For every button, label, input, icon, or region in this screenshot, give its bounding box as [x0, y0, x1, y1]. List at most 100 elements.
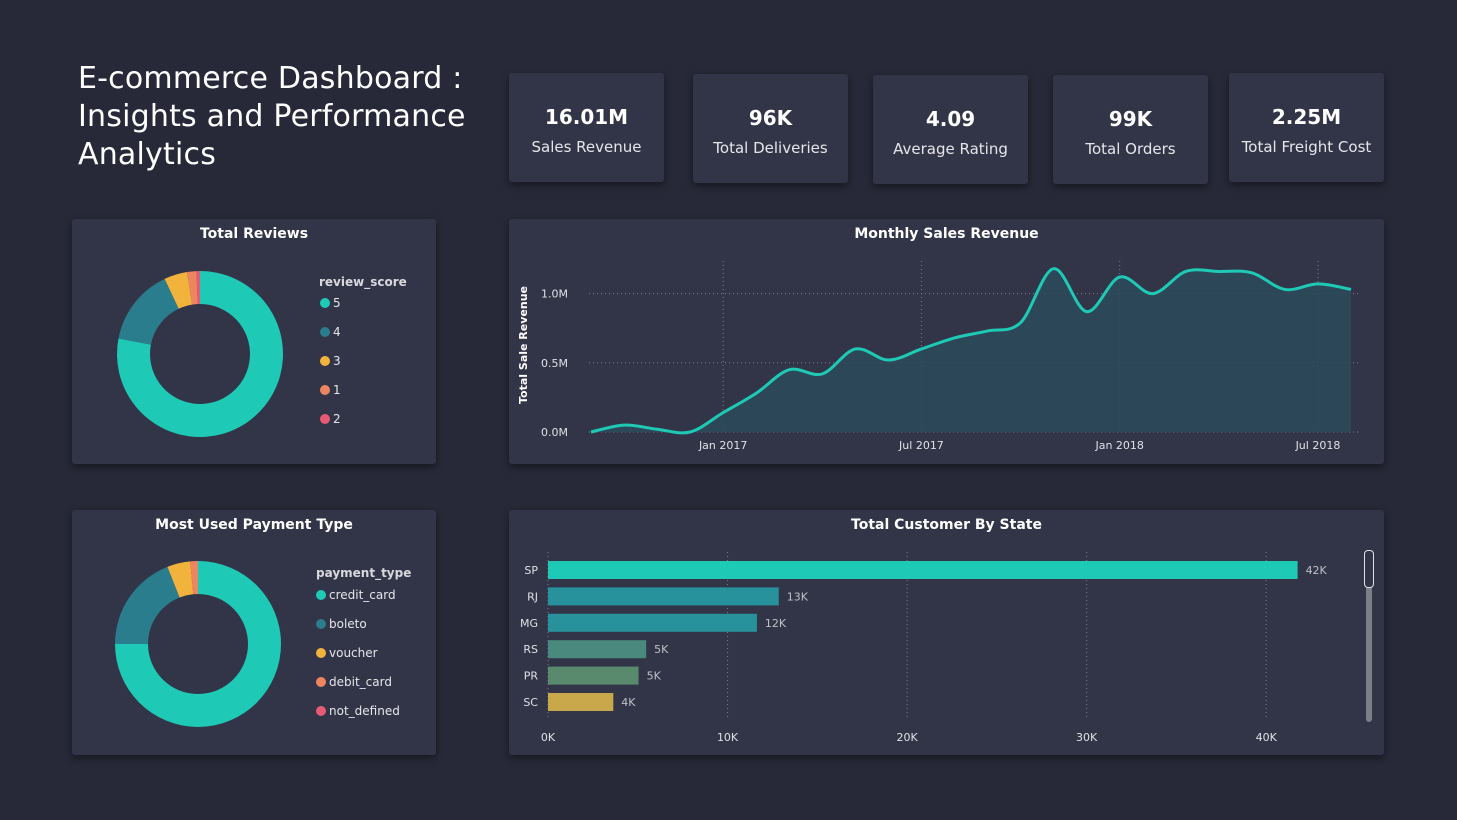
kpi-card-sales-revenue[interactable]: 16.01M Sales Revenue: [509, 73, 664, 182]
legend-label[interactable]: 1: [333, 383, 341, 397]
kpi-card-total-deliveries[interactable]: 96K Total Deliveries: [693, 74, 848, 183]
bar-value-label: 13K: [787, 590, 809, 603]
data-point-2018-05[interactable]: [1246, 267, 1258, 279]
reviews-donut-chart: review_score 5 4 3 1 2: [116, 271, 407, 437]
kpi-label: Sales Revenue: [531, 138, 642, 156]
legend-label[interactable]: voucher: [329, 646, 378, 660]
legend-swatch: [316, 677, 326, 687]
y-axis-title: Total Sale Revenue: [517, 286, 530, 404]
kpi-value: 4.09: [925, 107, 976, 131]
bar-value-label: 12K: [765, 617, 787, 630]
legend-swatch: [316, 590, 326, 600]
customer-by-state-panel[interactable]: Total Customer By State 0K 10K 20K 30K 40K SP…: [509, 510, 1384, 755]
legend-label[interactable]: credit_card: [329, 588, 396, 602]
data-point-2016-12[interactable]: [684, 426, 696, 438]
bar-rj[interactable]: [548, 587, 779, 606]
y-category-label: RS: [523, 643, 538, 656]
donut-slice-boleto[interactable]: [115, 566, 180, 644]
data-point-2017-08[interactable]: [948, 332, 960, 344]
data-point-2018-02[interactable]: [1147, 288, 1159, 300]
data-point-2018-06[interactable]: [1279, 283, 1291, 295]
kpi-label: Average Rating: [893, 140, 1008, 158]
y-tick-label: 0.5M: [541, 357, 568, 370]
data-point-2017-03[interactable]: [783, 364, 795, 376]
y-category-label: PR: [524, 670, 539, 683]
x-tick-label: Jan 2017: [698, 439, 747, 452]
y-tick-label: 0.0M: [541, 426, 568, 439]
legend-swatch: [320, 385, 330, 395]
data-point-2017-01[interactable]: [717, 407, 729, 419]
customer-by-state-bar-chart: 0K 10K 20K 30K 40K SP 42K RJ 13K MG 12K RS 5K PR 5K SC 4…: [520, 552, 1328, 744]
legend-swatch: [320, 414, 330, 424]
data-point-2016-11[interactable]: [651, 423, 663, 435]
kpi-card-total-orders[interactable]: 99K Total Orders: [1053, 75, 1208, 184]
y-category-label: MG: [520, 617, 538, 630]
data-point-2017-11[interactable]: [1048, 263, 1060, 275]
dashboard-title: E-commerce Dashboard : Insights and Perf…: [78, 61, 466, 172]
total-reviews-panel[interactable]: Total Reviews review_score 54312: [72, 219, 436, 464]
legend-label[interactable]: 4: [333, 325, 341, 339]
legend-label[interactable]: not_defined: [329, 704, 400, 718]
y-category-label: SC: [523, 696, 538, 709]
legend-label[interactable]: 2: [333, 412, 341, 426]
data-point-2016-10[interactable]: [618, 419, 630, 431]
data-point-2017-05[interactable]: [849, 343, 861, 355]
data-point-2017-06[interactable]: [882, 354, 894, 366]
data-point-2017-12[interactable]: [1081, 306, 1093, 318]
y-category-label: SP: [524, 564, 538, 577]
monthly-sales-panel[interactable]: Monthly Sales Revenue Total Sale Revenue…: [509, 219, 1384, 464]
data-point-2018-07[interactable]: [1312, 278, 1324, 290]
data-point-2017-04[interactable]: [816, 368, 828, 380]
legend-swatch: [320, 298, 330, 308]
data-point-2017-07[interactable]: [915, 343, 927, 355]
kpi-card-average-rating[interactable]: 4.09 Average Rating: [873, 75, 1028, 184]
data-point-2018-01[interactable]: [1114, 271, 1126, 283]
kpi-value: 96K: [748, 106, 793, 130]
kpi-value: 99K: [1108, 107, 1153, 131]
x-tick-label: Jul 2017: [898, 439, 944, 452]
bar-mg[interactable]: [548, 613, 757, 632]
bar-sc[interactable]: [548, 693, 614, 711]
kpi-value: 2.25M: [1271, 105, 1342, 129]
x-tick-label: Jul 2018: [1295, 439, 1341, 452]
x-tick-label: 20K: [897, 731, 919, 744]
data-point-2018-03[interactable]: [1180, 265, 1192, 277]
legend: 5 4 3 1 2: [320, 296, 341, 426]
x-tick-label: Jan 2018: [1094, 439, 1143, 452]
data-point-2017-10[interactable]: [1015, 317, 1027, 329]
legend-label[interactable]: boleto: [329, 617, 367, 631]
legend-title: payment_type: [316, 566, 411, 581]
legend-swatch: [316, 648, 326, 658]
data-point-2017-02[interactable]: [750, 387, 762, 399]
kpi-label: Total Freight Cost: [1241, 138, 1372, 156]
bar-value-label: 4K: [621, 696, 636, 709]
kpi-card-total-freight-cost[interactable]: 2.25M Total Freight Cost: [1229, 73, 1384, 182]
kpi-label: Total Orders: [1085, 140, 1176, 158]
bar-pr[interactable]: [548, 666, 639, 685]
x-tick-label: 0K: [541, 731, 556, 744]
data-point-2018-04[interactable]: [1213, 265, 1225, 277]
scrollbar-thumb[interactable]: [1364, 550, 1374, 588]
legend-label[interactable]: 3: [333, 354, 341, 368]
data-point-2017-09[interactable]: [982, 325, 994, 337]
kpi-value: 16.01M: [544, 105, 629, 129]
legend-label[interactable]: debit_card: [329, 675, 392, 689]
bar-sp[interactable]: [548, 561, 1298, 579]
legend-swatch: [316, 706, 326, 716]
legend-title: review_score: [319, 275, 407, 290]
donut-slices: [116, 271, 283, 437]
bar-rs[interactable]: [548, 640, 647, 659]
bar-value-label: 42K: [1306, 564, 1328, 577]
monthly-sales-line-chart: Total Sale Revenue 0.0M 0.5M 1.0M Jan 2017 J…: [517, 261, 1361, 452]
payment-type-panel[interactable]: Most Used Payment Type payment_type cred…: [72, 510, 436, 755]
legend-swatch: [320, 356, 330, 366]
legend-swatch: [316, 619, 326, 629]
legend: credit_cardboleto voucher debit_card not_de…: [316, 588, 400, 718]
x-tick-label: 10K: [717, 731, 739, 744]
bar-value-label: 5K: [654, 643, 669, 656]
legend-label[interactable]: 5: [333, 296, 341, 310]
data-point-2016-09[interactable]: [585, 426, 597, 438]
legend-swatch: [320, 327, 330, 337]
data-point-2018-08[interactable]: [1345, 283, 1357, 295]
x-tick-label: 30K: [1076, 731, 1098, 744]
